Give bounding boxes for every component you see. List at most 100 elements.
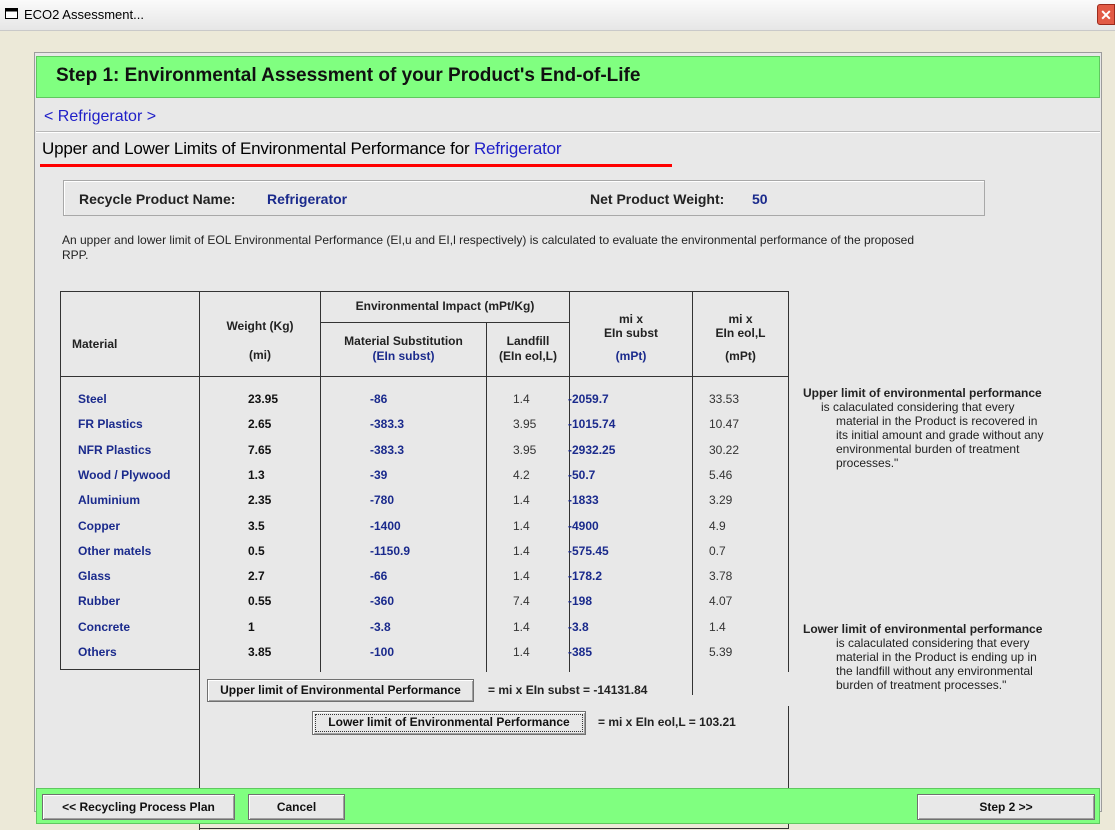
row-landfill: 1.4 — [513, 392, 530, 406]
table-col-line — [486, 322, 487, 672]
row-material: Others — [78, 645, 117, 659]
note-line: material in the Product is ending up in — [836, 650, 1037, 664]
row-mi-eol: 10.47 — [709, 417, 740, 432]
header-landfill-sub: (EIn eol,L) — [499, 349, 557, 363]
row-mi-eol: 4.07 — [709, 594, 733, 609]
row-mi-subst: -2932.25 — [568, 442, 616, 457]
window-title: ECO2 Assessment... — [24, 7, 144, 22]
header-subst-sub: (EIn subst) — [372, 349, 435, 363]
row-subst: -360 — [370, 594, 395, 609]
row-landfill: 1.4 — [513, 493, 530, 508]
upper-note-body: is calaculated considering that every ma… — [821, 400, 1043, 470]
row-mi-subst: -178.2 — [568, 569, 603, 584]
back-button[interactable]: << Recycling Process Plan — [42, 794, 235, 820]
row-mi-subst: -198 — [568, 594, 593, 609]
row-material: Wood / Plywood — [78, 467, 171, 482]
note-line: the landfill without any environmental — [836, 664, 1033, 678]
lower-limit-button[interactable]: Lower limit of Environmental Performance — [312, 711, 586, 735]
row-material: Copper — [78, 518, 120, 533]
header-weight-sub: (mi) — [249, 348, 271, 362]
section-heading-text: Upper and Lower Limits of Environmental … — [42, 139, 474, 158]
heading-underline — [40, 164, 672, 167]
row-material: Glass — [78, 569, 111, 584]
description-text: An upper and lower limit of EOL Environm… — [62, 233, 914, 262]
note-line: is calaculated considering that every — [836, 636, 1030, 650]
row-mi-subst: -1833 — [568, 493, 599, 508]
cancel-button[interactable]: Cancel — [248, 794, 345, 820]
upper-limit-button[interactable]: Upper limit of Environmental Performance — [207, 679, 474, 702]
row-landfill: 1.4 — [513, 518, 530, 533]
row-material: Steel — [78, 392, 107, 406]
row-mi-eol: 5.46 — [709, 467, 733, 482]
header-mi-subst: mi x — [618, 312, 643, 326]
table-border-bottom-left — [60, 669, 200, 670]
header-impact-group: Environmental Impact (mPt/Kg) — [355, 299, 535, 313]
row-weight: 3.85 — [248, 645, 272, 659]
row-subst: -3.8 — [370, 619, 391, 634]
header-landfill: Landfill — [506, 334, 550, 348]
row-subst: -383.3 — [370, 417, 405, 432]
header-mi-subst-unit: (mPt) — [615, 349, 647, 363]
row-subst: -66 — [370, 569, 388, 584]
row-material: FR Plastics — [78, 417, 143, 432]
page-title: Step 1: Environmental Assessment of your… — [56, 65, 641, 86]
note-line: burden of treatment processes." — [836, 678, 1007, 692]
header-mi-eol: mi x — [728, 312, 753, 326]
table-border-left — [60, 291, 61, 670]
note-line: is calaculated considering that every — [821, 400, 1015, 414]
row-landfill: 3.95 — [513, 417, 537, 432]
row-subst: -780 — [370, 493, 395, 508]
product-name-label: Recycle Product Name: — [79, 191, 236, 207]
row-weight: 2.65 — [248, 417, 272, 432]
row-subst: -1400 — [370, 518, 401, 533]
lower-limit-formula: = mi x EIn eol,L = 103.21 — [598, 715, 736, 729]
row-landfill: 1.4 — [513, 619, 530, 634]
product-name-value: Refrigerator — [267, 191, 348, 207]
divider — [36, 132, 1100, 133]
row-weight: 1.3 — [248, 467, 265, 482]
header-material: Material — [72, 337, 118, 351]
row-weight: 23.95 — [248, 392, 279, 406]
table-border-top — [60, 291, 789, 292]
row-mi-eol: 1.4 — [709, 619, 726, 634]
row-weight: 7.65 — [248, 442, 272, 457]
net-weight-value: 50 — [752, 191, 768, 207]
note-line: processes." — [836, 456, 899, 470]
row-weight: 0.55 — [248, 594, 272, 609]
row-subst: -1150.9 — [370, 543, 411, 558]
header-mi-eol-2: EIn eol,L — [715, 326, 766, 340]
row-material: Rubber — [78, 594, 120, 609]
row-mi-eol: 3.29 — [709, 493, 733, 508]
row-material: Other matels — [78, 543, 152, 558]
row-mi-eol: 3.78 — [709, 569, 733, 584]
row-landfill: 1.4 — [513, 569, 530, 584]
header-subst: Material Substitution — [344, 334, 463, 348]
row-landfill: 3.95 — [513, 442, 537, 457]
table-header-bottom — [60, 376, 789, 377]
section-heading: Upper and Lower Limits of Environmental … — [42, 139, 562, 159]
header-mi-subst-2: EIn subst — [603, 326, 658, 340]
window-titlebar — [0, 0, 1115, 31]
row-material: NFR Plastics — [78, 442, 152, 457]
row-mi-subst: -575.45 — [568, 543, 609, 558]
row-mi-eol: 0.7 — [709, 543, 726, 558]
row-mi-eol: 5.39 — [709, 645, 733, 659]
row-weight: 0.5 — [248, 543, 265, 558]
section-heading-product: Refrigerator — [473, 139, 562, 158]
row-weight: 3.5 — [248, 518, 265, 533]
row-landfill: 1.4 — [513, 543, 530, 558]
table-subheader-line — [320, 322, 570, 323]
row-subst: -39 — [370, 467, 388, 482]
header-mi-eol-unit: (mPt) — [725, 349, 756, 363]
upper-limit-formula: = mi x EIn subst = -14131.84 — [488, 683, 648, 697]
next-step-button[interactable]: Step 2 >> — [917, 794, 1095, 820]
row-landfill: 4.2 — [513, 467, 530, 482]
row-material: Aluminium — [78, 493, 140, 508]
row-mi-eol: 30.22 — [709, 442, 740, 457]
close-icon[interactable]: ✕ — [1097, 4, 1115, 25]
row-mi-subst: -3.8 — [568, 619, 589, 634]
row-mi-subst: -2059.7 — [568, 392, 609, 406]
lower-note-body: is calaculated considering that every ma… — [821, 636, 1037, 692]
row-material: Concrete — [78, 619, 131, 634]
row-mi-subst: -50.7 — [568, 467, 596, 482]
